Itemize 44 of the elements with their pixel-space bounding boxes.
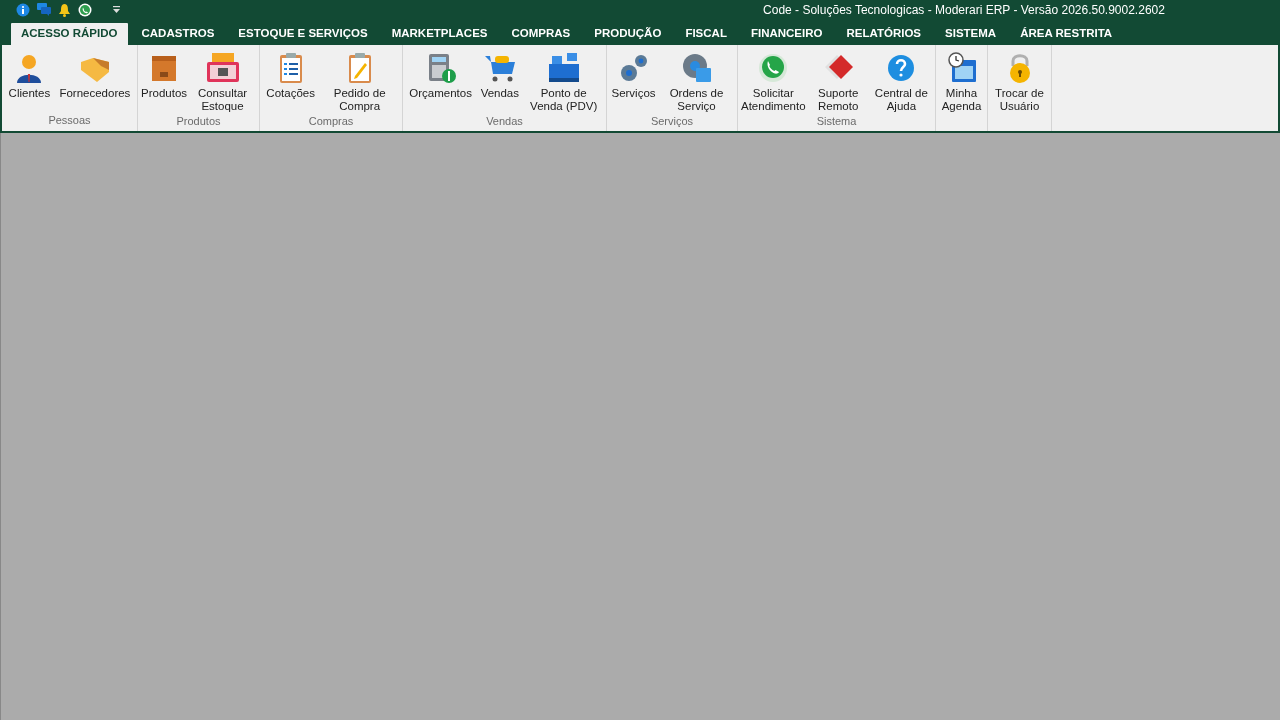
ribbon-button[interactable]: Fornecedores: [58, 51, 132, 100]
ribbon-button[interactable]: Clientes: [7, 51, 52, 100]
ribbon-tab[interactable]: FISCAL: [675, 23, 737, 45]
ribbon-tab[interactable]: CADASTROS: [131, 23, 225, 45]
ribbon-button[interactable]: Produtos: [140, 51, 189, 100]
ribbon-tab[interactable]: COMPRAS: [501, 23, 581, 45]
ribbon-button[interactable]: Orçamentos: [408, 51, 473, 100]
group-label: Sistema: [815, 114, 858, 129]
group-label: Compras: [307, 114, 355, 129]
ribbon-tab[interactable]: ESTOQUE E SERVIÇOS: [228, 23, 378, 45]
ribbon-tab[interactable]: MARKETPLACES: [381, 23, 498, 45]
ribbon-button[interactable]: Cotações: [265, 51, 316, 100]
register-icon: [546, 52, 581, 84]
group-label: Serviços: [649, 114, 695, 129]
window-title: Code - Soluções Tecnologicas - Moderari ERP - Versão 2026.50.9002.2602: [762, 1, 1166, 19]
ribbon-button[interactable]: Solicitar Atendimento: [740, 51, 807, 113]
whatsapp-icon: [758, 53, 789, 83]
customize-icon[interactable]: [113, 5, 120, 14]
whatsapp-icon[interactable]: [78, 2, 92, 17]
info-icon[interactable]: [16, 2, 30, 17]
ribbon-tab[interactable]: ÁREA RESTRITA: [1010, 23, 1123, 45]
ribbon-tab[interactable]: PRODUÇÃO: [584, 23, 672, 45]
help-icon: [886, 53, 917, 83]
ribbon-button[interactable]: Minha Agenda: [938, 51, 985, 113]
ribbon-tab[interactable]: ACESSO RÁPIDO: [11, 23, 128, 45]
ribbon-tab[interactable]: SISTEMA: [935, 23, 1007, 45]
ribbon-button[interactable]: Consultar Estoque: [188, 51, 257, 113]
ribbon-button[interactable]: Ponto de Venda (PDV): [526, 51, 601, 113]
group-label: Vendas: [485, 114, 524, 129]
group-label: Produtos: [175, 114, 222, 129]
calendar-clock-icon: [945, 52, 978, 84]
ribbon-button[interactable]: Pedido de Compra: [322, 51, 397, 113]
ribbon-button[interactable]: Suporte Remoto: [806, 51, 870, 113]
ribbon-button[interactable]: Trocar de Usuário: [990, 51, 1049, 113]
ribbon-button[interactable]: Ordens de Serviço: [659, 51, 734, 113]
cash-box-icon: [204, 52, 241, 84]
bell-icon[interactable]: [58, 2, 71, 17]
ribbon-tab[interactable]: FINANCEIRO: [740, 23, 833, 45]
ribbon-tab[interactable]: RELATÓRIOS: [836, 23, 931, 45]
ribbon-button[interactable]: Vendas: [479, 51, 520, 100]
ribbon-button[interactable]: Serviços: [610, 51, 657, 100]
group-label: Pessoas: [47, 112, 92, 128]
chat-icon[interactable]: [37, 3, 51, 16]
ribbon-button[interactable]: Central de Ajuda: [869, 51, 933, 113]
